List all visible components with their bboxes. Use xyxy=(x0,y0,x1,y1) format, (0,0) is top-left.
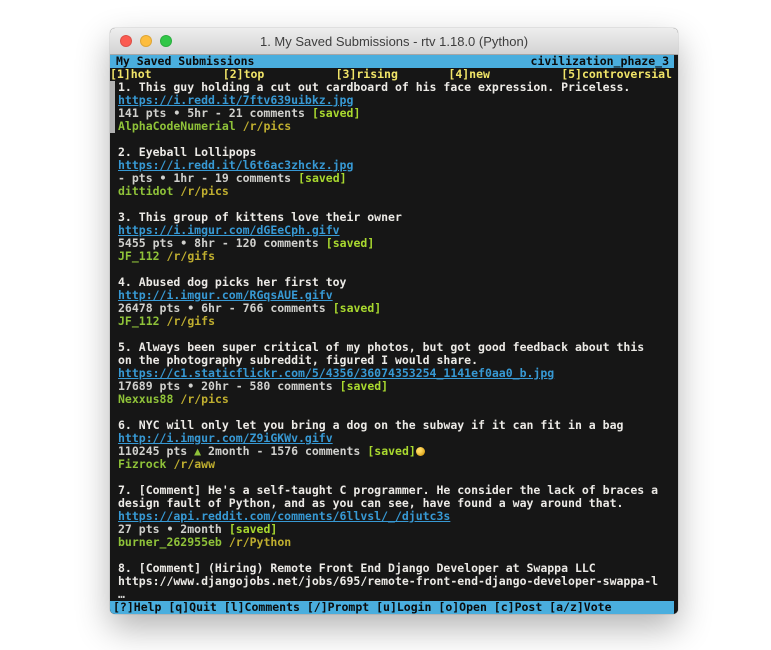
submission-author[interactable]: AlphaCodeNumerial xyxy=(118,120,236,133)
submission-stats: 110245 pts xyxy=(118,445,194,458)
submission-title: 2. Eyeball Lollipops xyxy=(118,146,674,159)
submission-8[interactable]: 8. [Comment] (Hiring) Remote Front End D… xyxy=(118,562,674,601)
saved-badge: [saved] xyxy=(298,172,346,185)
submission-title: 3. This group of kittens love their owne… xyxy=(118,211,674,224)
submission-stats: 5455 pts • 8hr - 120 comments xyxy=(118,237,319,250)
close-button[interactable] xyxy=(120,35,132,47)
submission-title: 6. NYC will only let you bring a dog on … xyxy=(118,419,674,432)
submission-title: 4. Abused dog picks her first toy xyxy=(118,276,674,289)
terminal: My Saved Submissions civilization_phaze_… xyxy=(110,55,678,614)
saved-badge: [saved] xyxy=(333,302,381,315)
submission-link[interactable]: http://i.imgur.com/Z9iGKWv.gifv xyxy=(118,432,333,445)
tab-hot[interactable]: [1]hot xyxy=(110,68,223,81)
submission-4[interactable]: 4. Abused dog picks her first toy http:/… xyxy=(118,276,674,328)
submission-link[interactable]: https://i.imgur.com/dGEeCph.gifv xyxy=(118,224,340,237)
submission-link[interactable]: https://api.reddit.com/comments/6llvsl/_… xyxy=(118,510,450,523)
submission-3[interactable]: 3. This group of kittens love their owne… xyxy=(118,211,674,263)
tab-rising[interactable]: [3]rising xyxy=(336,68,449,81)
submission-title-wrap: on the photography subreddit, figured I … xyxy=(118,354,674,367)
submission-subreddit[interactable]: /r/aww xyxy=(173,458,215,471)
submission-title: 8. [Comment] (Hiring) Remote Front End D… xyxy=(118,562,674,575)
submission-author[interactable]: dittidot xyxy=(118,185,173,198)
selection-cursor xyxy=(110,81,115,133)
submission-link[interactable]: https://c1.staticflickr.com/5/4356/36074… xyxy=(118,367,554,380)
submission-author[interactable]: JF_112 xyxy=(118,250,160,263)
submission-title: 5. Always been super critical of my phot… xyxy=(118,341,674,354)
tab-top[interactable]: [2]top xyxy=(223,68,336,81)
submission-1[interactable]: 1. This guy holding a cut out cardboard … xyxy=(118,81,674,133)
submission-link[interactable]: https://i.redd.it/7ftv639uibkz.jpg xyxy=(118,94,353,107)
submission-5[interactable]: 5. Always been super critical of my phot… xyxy=(118,341,674,406)
submission-author[interactable]: Nexxus88 xyxy=(118,393,173,406)
sort-tabs: [1]hot [2]top [3]rising [4]new [5]contro… xyxy=(110,68,674,81)
submission-stats: 17689 pts • 20hr - 580 comments xyxy=(118,380,333,393)
traffic-lights xyxy=(120,28,172,54)
submission-link[interactable]: http://i.imgur.com/RGqsAUE.gifv xyxy=(118,289,333,302)
submission-title: 7. [Comment] He's a self-taught C progra… xyxy=(118,484,674,497)
window-title: 1. My Saved Submissions - rtv 1.18.0 (Py… xyxy=(260,34,528,49)
logged-in-user: civilization_phaze_3 xyxy=(531,55,669,68)
minimize-button[interactable] xyxy=(140,35,152,47)
submission-subreddit[interactable]: /r/gifs xyxy=(167,250,215,263)
submission-2[interactable]: 2. Eyeball Lollipops https://i.redd.it/l… xyxy=(118,146,674,198)
submission-7[interactable]: 7. [Comment] He's a self-taught C progra… xyxy=(118,484,674,549)
submission-stats-cont: 2month - 1576 comments xyxy=(201,445,360,458)
submission-title-wrap: design fault of Python, and as you can s… xyxy=(118,497,674,510)
saved-badge: [saved] xyxy=(312,107,360,120)
submission-subreddit[interactable]: /r/gifs xyxy=(167,315,215,328)
saved-badge: [saved] xyxy=(340,380,388,393)
saved-badge: [saved] xyxy=(229,523,277,536)
zoom-button[interactable] xyxy=(160,35,172,47)
status-header: My Saved Submissions civilization_phaze_… xyxy=(110,55,674,68)
submission-stats: 141 pts • 5hr - 21 comments xyxy=(118,107,305,120)
submission-title: 1. This guy holding a cut out cardboard … xyxy=(118,81,674,94)
saved-badge: [saved] xyxy=(326,237,374,250)
app-window: 1. My Saved Submissions - rtv 1.18.0 (Py… xyxy=(110,28,678,614)
submission-author[interactable]: burner_262955eb xyxy=(118,536,222,549)
submission-subreddit[interactable]: /r/pics xyxy=(180,185,228,198)
submission-author[interactable]: JF_112 xyxy=(118,315,160,328)
submission-stats: - pts • 1hr - 19 comments xyxy=(118,172,291,185)
saved-badge: [saved] xyxy=(367,445,415,458)
shortcut-bar: [?]Help [q]Quit [l]Comments [/]Prompt [u… xyxy=(110,601,674,614)
submission-subreddit[interactable]: /r/pics xyxy=(243,120,291,133)
submission-stats: 26478 pts • 6hr - 766 comments xyxy=(118,302,326,315)
page-title: My Saved Submissions xyxy=(116,55,254,68)
submission-title-wrap: https://www.djangojobs.net/jobs/695/remo… xyxy=(118,575,674,588)
submission-subreddit[interactable]: /r/Python xyxy=(229,536,291,549)
titlebar[interactable]: 1. My Saved Submissions - rtv 1.18.0 (Py… xyxy=(110,28,678,55)
submission-6[interactable]: 6. NYC will only let you bring a dog on … xyxy=(118,419,674,471)
submission-list: 1. This guy holding a cut out cardboard … xyxy=(110,81,674,601)
submission-link[interactable]: https://i.redd.it/l6t6ac3zhckz.jpg xyxy=(118,159,353,172)
tab-new[interactable]: [4]new xyxy=(448,68,561,81)
tab-controversial[interactable]: [5]controversial xyxy=(561,68,674,81)
submission-subreddit[interactable]: /r/pics xyxy=(180,393,228,406)
gilded-icon xyxy=(416,447,425,456)
submission-stats: 27 pts • 2month xyxy=(118,523,222,536)
submission-author[interactable]: Fizrock xyxy=(118,458,166,471)
